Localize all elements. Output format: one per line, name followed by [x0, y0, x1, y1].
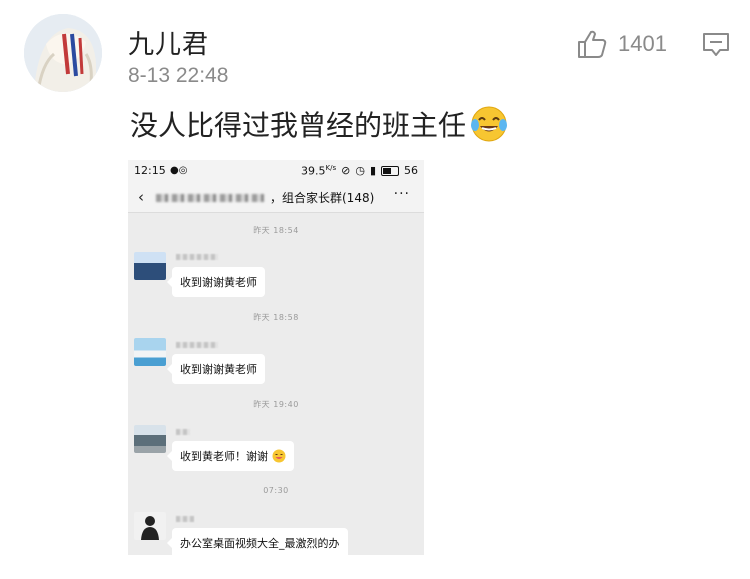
message-time: 昨天 18:54: [253, 226, 299, 235]
sender-avatar[interactable]: [134, 252, 166, 280]
sender-name-blurred: [176, 429, 190, 435]
alarm-icon: ◷: [355, 164, 365, 178]
sender-name-blurred: [176, 342, 218, 348]
post-timestamp: 8-13 22:48: [128, 64, 229, 87]
username[interactable]: 九儿君: [128, 24, 209, 61]
status-right: 39.5K/s ⊘ ◷ ▮ 56: [301, 164, 418, 178]
comment-button[interactable]: [702, 32, 730, 58]
avatar-illustration: [24, 14, 102, 92]
avatar[interactable]: [24, 14, 102, 92]
sender-avatar[interactable]: [134, 338, 166, 366]
message-text: 收到谢谢黄老师: [180, 276, 257, 289]
notification-icons: ●◎: [170, 165, 188, 176]
battery-icon: [381, 165, 399, 176]
message-bubble[interactable]: 办公室桌面视频大全_最激烈的办: [167, 528, 348, 555]
thumbs-up-icon: [578, 30, 607, 58]
network-speed: 39.5K/s: [301, 164, 337, 178]
group-title: ，组合家长群(148): [270, 191, 375, 205]
person-silhouette-icon: [141, 516, 159, 540]
status-bar: 12:15 ●◎ 39.5K/s ⊘ ◷ ▮ 56: [128, 160, 424, 182]
sender-name-blurred: [176, 516, 194, 522]
mute-icon: ⊘: [341, 164, 351, 178]
laugh-cry-emoji-icon: [471, 106, 508, 142]
message-text: 办公室桌面视频大全_最激烈的办: [180, 537, 340, 550]
message-bubble[interactable]: 收到谢谢黄老师: [167, 354, 265, 384]
message-bubble[interactable]: 收到谢谢黄老师: [167, 267, 265, 297]
sender-name-blurred: [176, 254, 218, 260]
message-time: 07:30: [263, 486, 289, 495]
status-time: 12:15: [134, 164, 166, 177]
battery-level: 56: [404, 164, 418, 178]
comment-icon: [703, 33, 729, 56]
sender-avatar[interactable]: [134, 425, 166, 453]
message-time: 昨天 18:58: [253, 313, 299, 322]
like-count: 1401: [618, 31, 667, 56]
sender-avatar[interactable]: [134, 512, 166, 540]
message-bubble[interactable]: 收到黄老师！谢谢: [167, 441, 294, 471]
message-text: 收到谢谢黄老师: [180, 363, 257, 376]
grin-emoji-icon: [272, 449, 285, 463]
chat-title-bar: ‹ ，组合家长群(148) ···: [128, 182, 424, 213]
blurred-group-name: [156, 194, 264, 202]
message-time: 昨天 19:40: [253, 400, 299, 409]
chat-screenshot[interactable]: 12:15 ●◎ 39.5K/s ⊘ ◷ ▮ 56 ‹ ，组合家长群(148) …: [128, 160, 424, 555]
message-text: 收到黄老师！谢谢: [180, 450, 268, 463]
back-icon[interactable]: ‹: [138, 188, 144, 206]
like-button[interactable]: 1401: [576, 28, 667, 60]
signal-icon: ▮: [369, 164, 376, 178]
post-text-body: 没人比得过我曾经的班主任: [130, 109, 467, 142]
more-icon[interactable]: ···: [394, 186, 410, 202]
post-text: 没人比得过我曾经的班主任: [130, 104, 508, 144]
